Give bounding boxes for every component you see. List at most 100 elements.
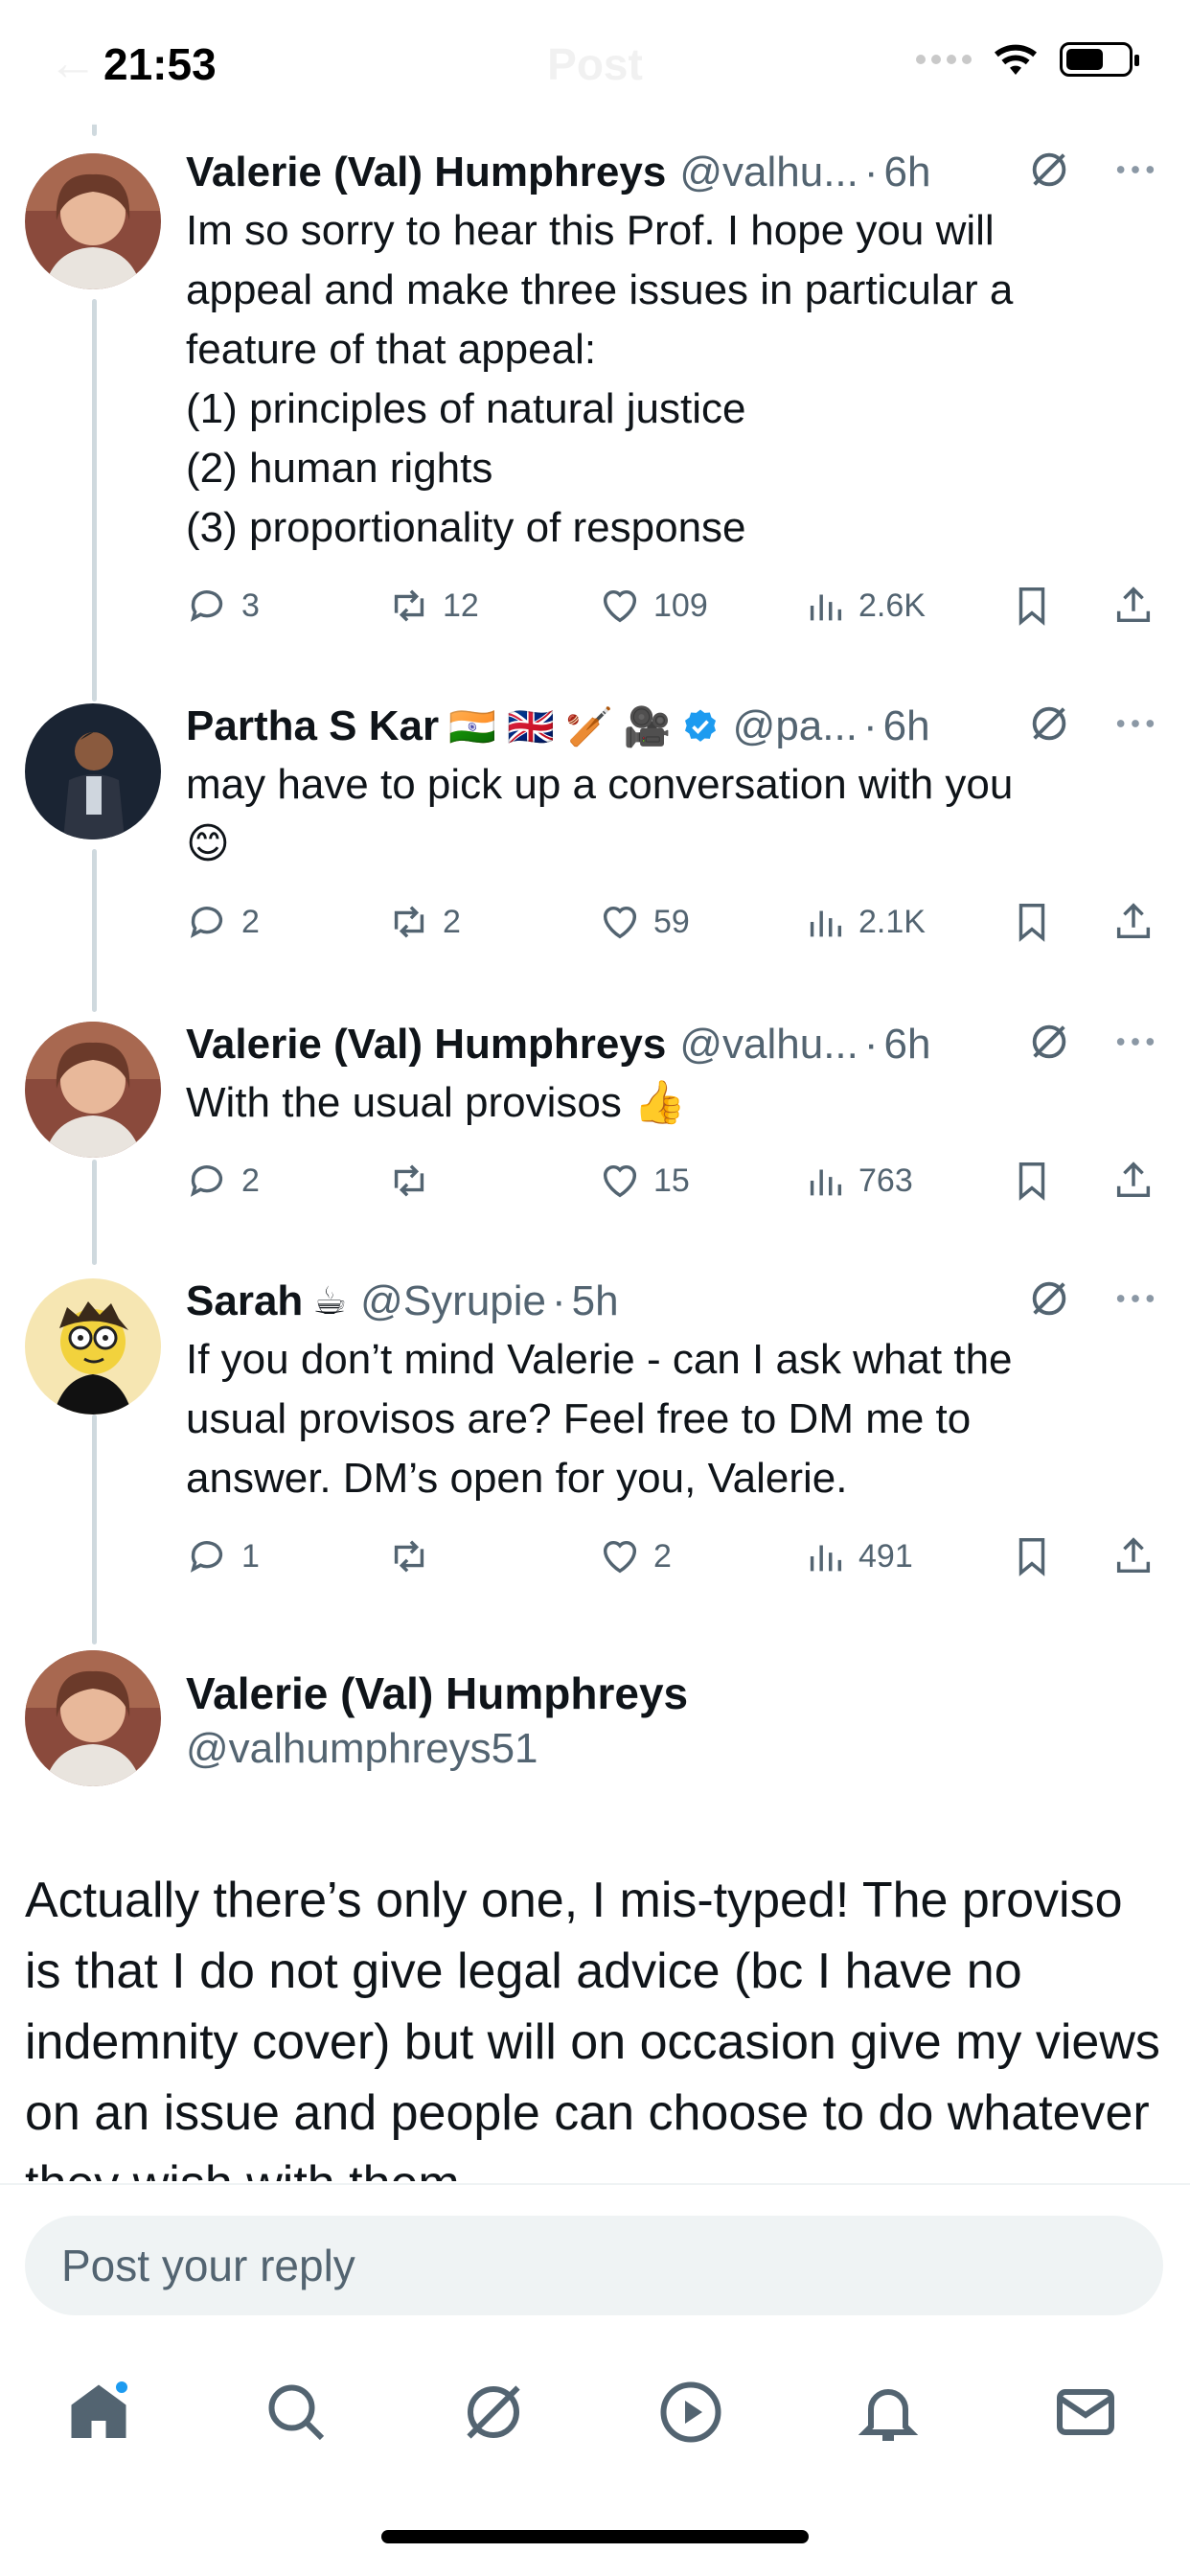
avatar[interactable]	[25, 1278, 161, 1414]
views-button[interactable]: 491	[803, 1534, 913, 1578]
video-icon	[660, 2381, 721, 2443]
grok-icon[interactable]	[1027, 1276, 1071, 1321]
heart-icon	[603, 1540, 637, 1574]
tab-search[interactable]	[253, 2369, 339, 2455]
battery-icon	[1060, 42, 1139, 77]
status-indicators	[916, 42, 1139, 77]
more-icon[interactable]	[1113, 702, 1157, 746]
wifi-icon	[995, 44, 1037, 75]
tab-messages[interactable]	[1042, 2369, 1129, 2455]
author-name[interactable]: Valerie (Val) Humphreys	[186, 149, 666, 196]
share-icon	[1116, 1162, 1151, 1198]
thread-line	[92, 849, 97, 1012]
tweet-actions: 2 2 59 2.1K	[186, 893, 1157, 951]
signal-icon	[916, 55, 972, 64]
notification-dot	[113, 2379, 130, 2396]
heart-icon	[603, 906, 637, 939]
repost-button[interactable]	[387, 1534, 443, 1578]
grok-icon[interactable]	[1027, 1020, 1071, 1064]
like-button[interactable]: 59	[598, 900, 690, 944]
repost-icon	[394, 1540, 424, 1573]
tweet-header: Valerie (Val) Humphreys @valhu... · 6h	[186, 149, 931, 196]
tab-home[interactable]	[56, 2369, 142, 2455]
grok-icon[interactable]	[1027, 148, 1071, 192]
reply-icon	[190, 907, 223, 938]
author-handle[interactable]: @pa...	[733, 702, 858, 750]
status-bar: ← Post 21:53	[0, 0, 1190, 125]
bookmark-icon	[1018, 1538, 1045, 1576]
avatar[interactable]	[25, 153, 161, 289]
reply-icon	[190, 1541, 223, 1573]
bookmark-button[interactable]	[1010, 1159, 1054, 1203]
like-button[interactable]: 109	[598, 584, 708, 628]
bookmark-button[interactable]	[1010, 1534, 1054, 1578]
tweet-time: 5h	[571, 1277, 619, 1324]
more-icon[interactable]	[1113, 1020, 1157, 1064]
thread-line	[92, 1414, 97, 1644]
tweet-actions: 1 2 491	[186, 1528, 1157, 1585]
views-button[interactable]: 2.1K	[803, 900, 926, 944]
bookmark-button[interactable]	[1010, 584, 1054, 628]
mail-icon	[1057, 2389, 1114, 2435]
author-name[interactable]: Partha S Kar	[186, 702, 439, 750]
share-button[interactable]	[1111, 1159, 1156, 1203]
main-post-author-name[interactable]: Valerie (Val) Humphreys	[186, 1668, 688, 1719]
avatar[interactable]	[25, 1022, 161, 1158]
share-button[interactable]	[1111, 900, 1156, 944]
like-button[interactable]: 2	[598, 1534, 672, 1578]
share-icon	[1116, 586, 1151, 623]
bookmark-icon	[1018, 904, 1045, 942]
share-button[interactable]	[1111, 1534, 1156, 1578]
tweet-text: If you don’t mind Valerie - can I ask wh…	[186, 1336, 1013, 1502]
bookmark-icon	[1018, 587, 1045, 626]
views-button[interactable]: 763	[803, 1159, 913, 1203]
tweet-header: Valerie (Val) Humphreys @valhu... · 6h	[186, 1021, 931, 1069]
heart-icon	[603, 1164, 637, 1198]
share-button[interactable]	[1111, 584, 1156, 628]
repost-button[interactable]: 12	[387, 584, 479, 628]
bookmark-button[interactable]	[1010, 900, 1054, 944]
reply-input[interactable]: Post your reply	[25, 2216, 1163, 2315]
tweet-time: 6h	[882, 702, 930, 749]
author-name[interactable]: Valerie (Val) Humphreys	[186, 1021, 666, 1069]
reply-button[interactable]: 2	[186, 900, 260, 944]
reply-icon	[190, 590, 223, 622]
grok-icon[interactable]	[1027, 702, 1071, 746]
repost-button[interactable]	[387, 1159, 443, 1203]
bell-icon	[858, 2389, 919, 2441]
grok-icon	[467, 2385, 520, 2439]
tweet-header: Partha S Kar 🇮🇳 🇬🇧 🏏 🎥 @pa... · 6h	[186, 702, 930, 750]
reply-button[interactable]: 2	[186, 1159, 260, 1203]
thread-line	[92, 123, 97, 136]
more-icon[interactable]	[1113, 1276, 1157, 1321]
tweet-text: Im so sorry to hear this Prof. I hope yo…	[186, 207, 1014, 551]
main-post-avatar[interactable]	[25, 1650, 161, 1786]
tab-video[interactable]	[648, 2369, 734, 2455]
thread-line	[92, 299, 97, 702]
like-button[interactable]: 15	[598, 1159, 690, 1203]
author-handle[interactable]: @valhu...	[679, 149, 858, 196]
tweet-time: 6h	[883, 1021, 931, 1068]
repost-button[interactable]: 2	[387, 900, 461, 944]
reply-button[interactable]: 1	[186, 1534, 260, 1578]
tweet-actions: 3 12 109 2.6K	[186, 577, 1157, 634]
tab-grok[interactable]	[450, 2369, 537, 2455]
tweet-text: may have to pick up a conversation with …	[186, 761, 1014, 867]
home-indicator[interactable]	[381, 2530, 809, 2543]
more-icon[interactable]	[1113, 148, 1157, 192]
views-button[interactable]: 2.6K	[803, 584, 926, 628]
search-icon	[268, 2384, 325, 2441]
reply-button[interactable]: 3	[186, 584, 260, 628]
repost-icon	[394, 1164, 424, 1197]
avatar[interactable]	[25, 703, 161, 840]
main-post-author-handle[interactable]: @valhumphreys51	[186, 1725, 538, 1773]
views-icon	[810, 910, 842, 937]
share-icon	[1116, 1537, 1151, 1574]
author-name[interactable]: Sarah	[186, 1277, 303, 1325]
tweet-time: 6h	[883, 149, 931, 196]
reply-composer: Post your reply	[0, 2183, 1190, 2338]
author-handle[interactable]: @Syrupie	[360, 1277, 546, 1325]
tab-notifications[interactable]	[845, 2369, 931, 2455]
author-handle[interactable]: @valhu...	[679, 1021, 858, 1069]
main-post-text: Actually there’s only one, I mis-typed! …	[25, 1873, 1160, 2181]
